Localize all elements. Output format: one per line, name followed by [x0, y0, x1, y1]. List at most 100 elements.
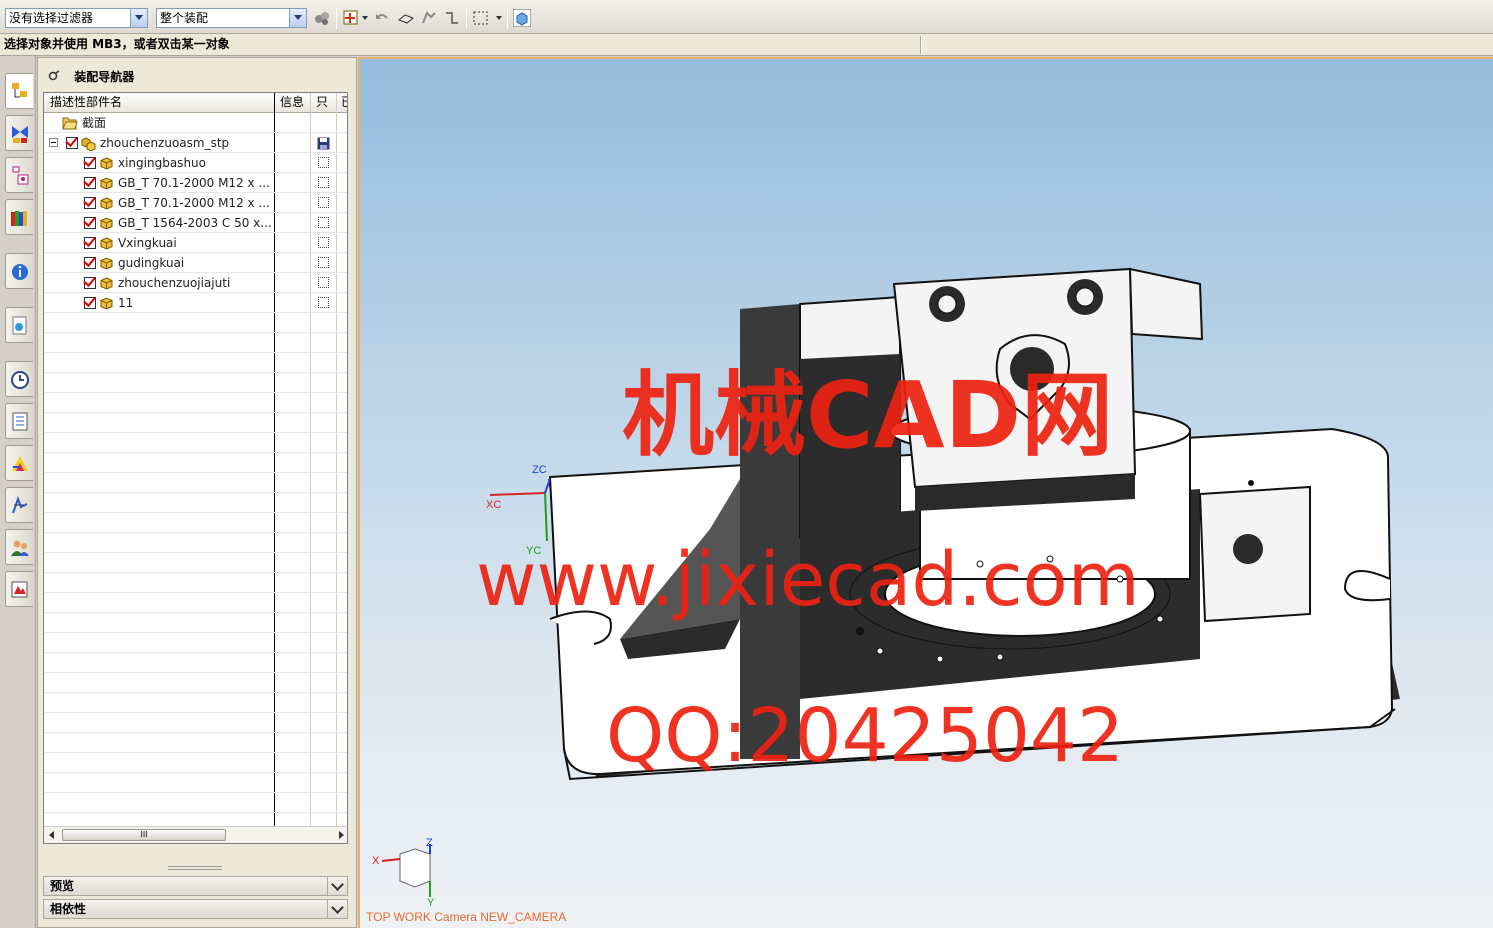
panel-splitter[interactable] — [168, 866, 222, 870]
navigator-title: 装配导航器 — [74, 70, 135, 84]
tree-empty-row — [44, 353, 347, 373]
column-header-info[interactable]: 信息 — [280, 93, 304, 112]
tree-empty-row — [44, 593, 347, 613]
visibility-checkbox[interactable] — [84, 237, 96, 249]
tree-node-section[interactable]: 截面 — [44, 113, 347, 133]
dependency-panel[interactable]: 相依性 — [43, 899, 348, 919]
graphics-window[interactable]: XC YC ZC X Y Z 机械CAD网 www.jixiecad.com Q… — [358, 57, 1493, 928]
chevron-down-icon[interactable] — [327, 877, 347, 895]
tab-process-studio[interactable] — [5, 487, 33, 523]
tree-header: 描述性部件名 信息 只 已 — [44, 93, 347, 113]
visibility-checkbox[interactable] — [84, 177, 96, 189]
select-body-icon[interactable] — [397, 9, 415, 27]
select-edge-icon[interactable] — [443, 9, 461, 27]
triad-z-label: Z — [426, 837, 433, 849]
navigator-header: 装配导航器 — [48, 68, 134, 85]
chevron-down-icon[interactable] — [362, 16, 368, 20]
right-block[interactable] — [1198, 480, 1311, 623]
component-icon — [100, 257, 113, 270]
tab-clock-history[interactable] — [5, 361, 33, 397]
triad-x-label: X — [372, 855, 380, 867]
tab-system-materials[interactable] — [5, 403, 33, 439]
selection-scope-select[interactable]: 整个装配 — [156, 8, 307, 28]
scroll-left-icon[interactable] — [49, 831, 54, 839]
readonly-checkbox[interactable] — [318, 197, 329, 208]
chevron-down-icon[interactable] — [130, 9, 147, 27]
roles-icon — [11, 540, 29, 556]
visibility-checkbox[interactable] — [84, 197, 96, 209]
chevron-down-icon[interactable] — [327, 900, 347, 918]
visibility-checkbox[interactable] — [84, 257, 96, 269]
scroll-right-icon[interactable] — [339, 831, 344, 839]
readonly-checkbox[interactable] — [318, 257, 329, 268]
tree-empty-row — [44, 453, 347, 473]
visibility-checkbox[interactable] — [84, 217, 96, 229]
readonly-checkbox[interactable] — [318, 237, 329, 248]
tab-constraint-navigator[interactable] — [5, 115, 33, 151]
pin-icon[interactable] — [48, 70, 60, 82]
tree-node-part[interactable]: gudingkuai — [44, 253, 347, 273]
reuse-library-icon — [11, 211, 27, 226]
readonly-checkbox[interactable] — [318, 297, 329, 308]
tree-node-part[interactable]: Vxingkuai — [44, 233, 347, 253]
snap-point-icon[interactable] — [342, 9, 360, 27]
view-cube-icon[interactable] — [513, 9, 531, 27]
tab-system-scenes[interactable] — [5, 571, 33, 607]
rectangle-select-icon[interactable] — [472, 9, 490, 27]
tree-node-root[interactable]: zhouchenzuoasm_stp — [44, 133, 347, 153]
tree-node-part[interactable]: xingingbashuo — [44, 153, 347, 173]
tree-empty-row — [44, 493, 347, 513]
tab-visualization[interactable] — [5, 445, 33, 481]
tree-node-part[interactable]: GB_T 70.1-2000 M12 x ... — [44, 193, 347, 213]
component-icon — [100, 197, 113, 210]
column-header-readonly[interactable]: 只 — [316, 93, 328, 112]
readonly-checkbox[interactable] — [318, 177, 329, 188]
readonly-checkbox[interactable] — [318, 217, 329, 228]
tree-empty-row — [44, 393, 347, 413]
tab-reuse-library[interactable] — [5, 199, 33, 235]
visibility-checkbox[interactable] — [84, 157, 96, 169]
tree-node-label: GB_T 1564-2003 C 50 x... — [118, 216, 272, 230]
scene-icon — [11, 581, 28, 598]
component-icon — [100, 297, 113, 310]
tab-internet-explorer[interactable] — [5, 253, 33, 289]
constraint-navigator-icon — [12, 126, 28, 143]
readonly-checkbox[interactable] — [318, 277, 329, 288]
folder-open-icon — [62, 117, 78, 130]
column-header-extra[interactable]: 已 — [341, 93, 347, 112]
tree-node-part[interactable]: GB_T 70.1-2000 M12 x ... — [44, 173, 347, 193]
collapse-icon[interactable] — [49, 138, 58, 147]
toolbar-separator — [336, 7, 337, 29]
visibility-checkbox[interactable] — [84, 297, 96, 309]
tree-empty-row — [44, 313, 347, 333]
chevron-down-icon[interactable] — [496, 16, 502, 20]
tree-node-part[interactable]: zhouchenzuojiajuti — [44, 273, 347, 293]
preview-panel[interactable]: 预览 — [43, 876, 348, 896]
view-triad — [381, 844, 431, 897]
scroll-thumb[interactable]: III — [62, 829, 226, 841]
readonly-checkbox[interactable] — [318, 157, 329, 168]
tree-node-part[interactable]: GB_T 1564-2003 C 50 x... — [44, 213, 347, 233]
tab-assembly-navigator[interactable] — [5, 73, 33, 109]
tree-empty-row — [44, 773, 347, 793]
save-icon[interactable] — [317, 137, 330, 150]
assembly-filter-icon[interactable] — [313, 9, 331, 27]
process-icon — [12, 496, 28, 514]
horizontal-scrollbar[interactable]: III — [44, 826, 347, 843]
type-filter-select[interactable]: 没有选择过滤器 — [5, 8, 148, 28]
column-header-name[interactable]: 描述性部件名 — [50, 93, 122, 112]
tree-empty-row — [44, 413, 347, 433]
select-face-icon[interactable] — [420, 9, 438, 27]
tab-history[interactable] — [5, 307, 33, 343]
tab-part-navigator[interactable] — [5, 157, 33, 193]
visibility-checkbox[interactable] — [84, 277, 96, 289]
undo-icon[interactable] — [373, 9, 391, 27]
resource-bar — [0, 56, 36, 928]
visibility-checkbox[interactable] — [66, 137, 78, 149]
chevron-down-icon[interactable] — [289, 9, 306, 27]
wcs-z-label: ZC — [532, 464, 547, 476]
tree-node-part[interactable]: 11 — [44, 293, 347, 313]
model-view[interactable] — [360, 59, 1493, 928]
watermark-line2: www.jixiecad.com — [476, 537, 1140, 623]
tab-roles[interactable] — [5, 529, 33, 565]
